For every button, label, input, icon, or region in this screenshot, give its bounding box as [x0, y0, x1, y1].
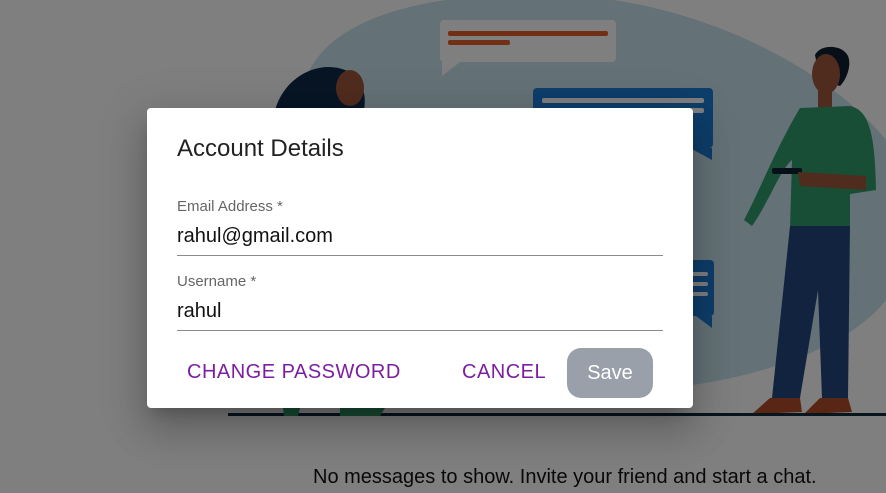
change-password-button[interactable]: CHANGE PASSWORD: [187, 361, 401, 384]
username-field[interactable]: [177, 297, 663, 331]
email-field-group: Email Address *: [177, 198, 663, 256]
dialog-title: Account Details: [177, 135, 344, 162]
cancel-button[interactable]: CANCEL: [462, 361, 546, 384]
username-field-group: Username *: [177, 273, 663, 331]
email-field[interactable]: [177, 222, 663, 256]
username-label: Username *: [177, 273, 257, 290]
save-button[interactable]: Save: [567, 348, 653, 398]
email-label: Email Address *: [177, 198, 283, 215]
account-details-dialog: Account Details Email Address * Username…: [147, 108, 693, 408]
